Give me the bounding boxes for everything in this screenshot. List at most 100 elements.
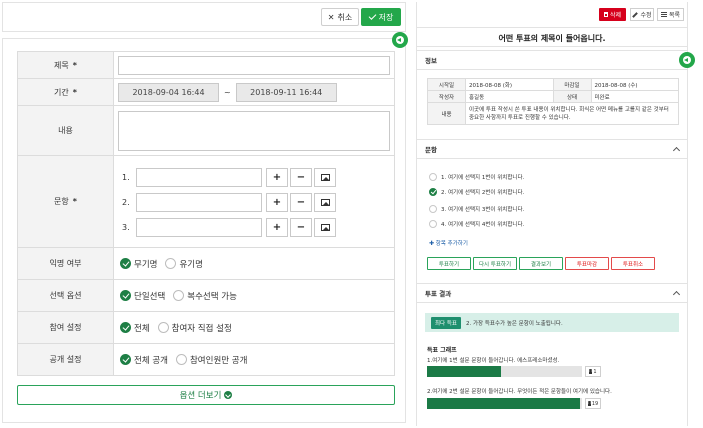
remove-option-button[interactable]: − (290, 193, 312, 212)
revote-button[interactable]: 다시 투표하기 (473, 257, 517, 270)
content-value: 이곳에 투표 작성시 쓴 투표 내용이 위치합니다. 회식은 어떤 메뉴를 고를… (465, 102, 679, 125)
more-options-button[interactable]: 옵션 더보기 (17, 385, 395, 405)
save-button[interactable]: 저장 (361, 8, 401, 26)
graph-bar-fill (427, 366, 502, 377)
vote-button[interactable]: 투표하기 (427, 257, 471, 270)
vote-detail-panel: 삭제 수정 목록 어떤 투표의 제목이 들어옵니다. 정보 시작일 2018-0… (416, 2, 695, 426)
check-icon (368, 12, 377, 20)
radio-named-off[interactable]: 무기명 (120, 258, 157, 270)
vote-title: 어떤 투표의 제목이 들어옵니다. (417, 30, 687, 47)
radio-icon (429, 205, 437, 213)
result-section-header: 투표 결과 (417, 283, 687, 303)
vote-item[interactable]: 2. 여기에 선택지 2번이 위치합니다. (429, 188, 524, 196)
radio-icon (165, 258, 177, 269)
image-button[interactable] (314, 168, 336, 187)
cancel-button[interactable]: ✕ 취소 (321, 8, 359, 26)
radio-icon (429, 173, 437, 181)
pencil-icon (632, 11, 639, 18)
vote-count-badge: 1 (585, 366, 601, 377)
add-item-link[interactable]: ✚ 항목 추가하기 (429, 239, 468, 247)
chevron-up-icon[interactable] (672, 290, 681, 299)
checked-radio-icon (120, 354, 131, 365)
vote-item[interactable]: 1. 여기에 선택지 1번이 위치합니다. (429, 173, 524, 181)
author-label: 작성자 (427, 90, 466, 103)
delete-button[interactable]: 삭제 (599, 8, 626, 21)
plus-icon: ✚ (429, 240, 435, 247)
option-row: 1. + − (114, 168, 394, 187)
add-option-button[interactable]: + (266, 193, 288, 212)
close-icon: ✕ (327, 12, 335, 22)
status-value: 미완료 (590, 90, 679, 103)
top-result-box: 최다 득표 2. 가장 득표수가 높은 문항이 노출됩니다. (425, 313, 679, 332)
detail-toolbar: 삭제 수정 목록 (417, 2, 687, 28)
add-option-button[interactable]: + (266, 218, 288, 237)
option-number: 3. (122, 223, 130, 232)
end-date-label: 마감일 (552, 78, 592, 91)
status-label: 상태 (552, 90, 592, 103)
option-input[interactable] (136, 168, 262, 187)
radio-icon (429, 220, 437, 228)
anonymous-label: 익명 여부 (17, 247, 114, 280)
info-section-header: 정보 (417, 50, 687, 70)
image-button[interactable] (314, 218, 336, 237)
view-results-button[interactable]: 결과보기 (519, 257, 563, 270)
vote-item[interactable]: 4. 여기에 선택지 4번이 위치합니다. (429, 220, 524, 228)
chevron-up-icon[interactable] (672, 146, 681, 155)
checked-radio-icon (120, 322, 131, 333)
graph-bar-fill (427, 398, 581, 409)
content-textarea[interactable] (118, 110, 390, 151)
vote-count-badge: 19 (585, 398, 601, 409)
radio-icon (175, 354, 187, 365)
close-vote-button[interactable]: 투표마감 (565, 257, 609, 270)
select-label: 선택 옵션 (17, 279, 114, 312)
start-date-value: 2018-08-08 (화) (465, 78, 554, 91)
checked-radio-icon (120, 258, 131, 269)
remove-option-button[interactable]: − (290, 168, 312, 187)
checked-radio-icon (120, 290, 131, 301)
end-date-value: 2018-08-08 (수) (590, 78, 679, 91)
edit-button[interactable]: 수정 (630, 8, 654, 21)
cancel-vote-button[interactable]: 투표취소 (611, 257, 655, 270)
graph-question: 1.여기에 1번 설문 문항이 들어갑니다. 에스프레소마셨성. (427, 358, 560, 364)
image-button[interactable] (314, 193, 336, 212)
radio-single[interactable]: 단일선택 (120, 290, 165, 302)
option-input[interactable] (136, 193, 262, 212)
option-row: 3. + − (114, 218, 394, 237)
content-label: 내용 (427, 102, 466, 125)
form-table: 제목 * 기간 * 2018-09-04 16:44 ~ 2018-09-11 16… (17, 51, 395, 376)
person-icon (587, 401, 591, 406)
items-section-header: 문항 (417, 139, 687, 159)
radio-public-participants[interactable]: 참여인원만 공개 (175, 354, 247, 366)
checked-radio-icon (429, 188, 437, 196)
collapse-toggle-button[interactable] (679, 52, 695, 68)
option-row: 2. + − (114, 193, 394, 212)
add-option-button[interactable]: + (266, 168, 288, 187)
trash-icon (603, 12, 608, 17)
graph-question: 2.여기에 2번 설문 문항이 들어갑니다. 무엇이든 적은 문항들이 여기에 … (427, 389, 612, 395)
top-result-text: 2. 가장 득표수가 높은 문항이 노출됩니다. (466, 320, 563, 327)
arrow-left-icon (683, 56, 691, 64)
arrow-left-icon (396, 36, 404, 44)
image-icon (320, 199, 330, 206)
option-number: 1. (122, 173, 130, 182)
public-label: 공개 설정 (17, 343, 114, 376)
option-input[interactable] (136, 218, 262, 237)
radio-participation-custom[interactable]: 참여자 직접 설정 (157, 322, 232, 334)
start-date-label: 시작일 (427, 78, 466, 91)
start-date-input[interactable]: 2018-09-04 16:44 (118, 82, 219, 102)
options-label: 문항 * (17, 155, 114, 248)
list-icon (660, 12, 667, 17)
collapse-toggle-button[interactable] (392, 32, 408, 48)
end-date-input[interactable]: 2018-09-11 16:44 (235, 82, 337, 102)
author-value: 홍길동 (465, 90, 554, 103)
radio-multiple[interactable]: 복수선택 가능 (173, 290, 237, 302)
radio-public-all[interactable]: 전체 공개 (120, 354, 168, 366)
vote-item[interactable]: 3. 여기에 선택지 3번이 위치합니다. (429, 205, 524, 213)
radio-named-on[interactable]: 유기명 (165, 258, 203, 270)
remove-option-button[interactable]: − (290, 218, 312, 237)
save-label: 저장 (378, 12, 394, 22)
list-button[interactable]: 목록 (657, 8, 684, 21)
period-separator: ~ (224, 87, 231, 97)
title-input[interactable] (118, 55, 390, 75)
radio-participation-all[interactable]: 전체 (120, 322, 150, 334)
